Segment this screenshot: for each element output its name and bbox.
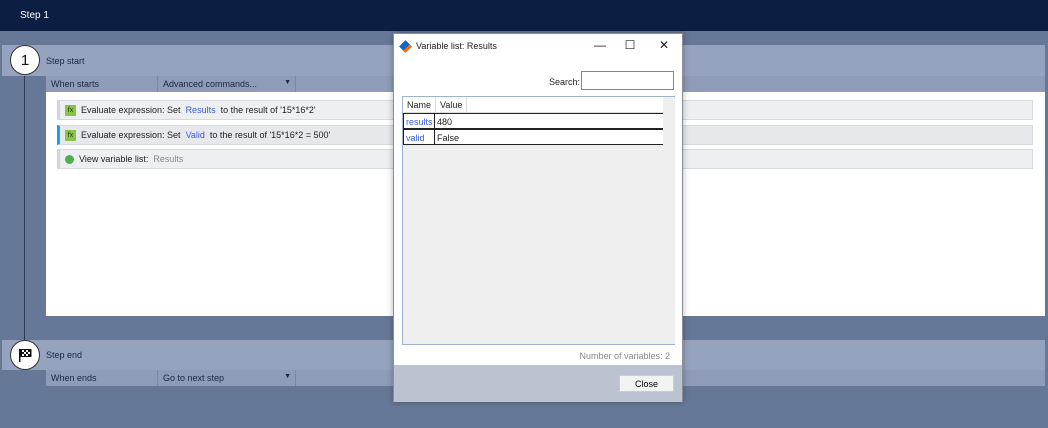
variable-name: results <box>404 114 435 128</box>
command-text: Evaluate expression: Set <box>81 105 181 115</box>
variables-grid: Name Value results 480 valid False <box>402 96 675 345</box>
function-icon: fx <box>65 129 76 141</box>
table-row[interactable]: valid False <box>403 129 664 145</box>
command-variable[interactable]: Results <box>186 105 216 115</box>
close-window-button[interactable]: ✕ <box>650 38 678 54</box>
chevron-down-icon: ▼ <box>284 79 291 86</box>
search-label: Search: <box>549 77 581 87</box>
checkered-flag-icon <box>10 340 40 370</box>
advanced-commands-dropdown[interactable]: Advanced commands... ▼ <box>158 76 296 92</box>
timeline-line <box>24 76 25 342</box>
step-start-title: Step start <box>46 56 85 66</box>
command-suffix: to the result of '15*16*2' <box>220 105 316 115</box>
variable-value[interactable]: False <box>435 130 461 144</box>
command-variable: Results <box>153 154 184 164</box>
dropdown-value: Go to next step <box>163 373 225 383</box>
variable-name: valid <box>404 130 435 144</box>
command-suffix: to the result of '15*16*2 = 500' <box>209 130 331 140</box>
variable-value[interactable]: 480 <box>435 114 454 128</box>
column-header-name[interactable]: Name <box>403 97 437 112</box>
dropdown-value: Advanced commands... <box>163 79 258 89</box>
dialog-footer: Close <box>394 365 682 402</box>
title-bar: Step 1 <box>0 0 1048 31</box>
step-number-badge: 1 <box>10 45 40 75</box>
dialog-title: Variable list: Results <box>416 41 497 51</box>
app-logo-icon <box>399 39 412 53</box>
command-text: View variable list: <box>79 154 149 164</box>
command-text: Evaluate expression: Set <box>81 130 181 140</box>
close-button[interactable]: Close <box>619 375 674 392</box>
variable-list-dialog: Variable list: Results — ☐ ✕ Search: Nam… <box>393 33 683 402</box>
table-row[interactable]: results 480 <box>403 113 664 129</box>
function-icon: fx <box>65 104 76 116</box>
search-input[interactable] <box>581 71 674 90</box>
when-starts-label: When starts <box>46 76 158 92</box>
column-header-value[interactable]: Value <box>436 97 468 112</box>
grid-header: Name Value <box>403 97 674 113</box>
step-end-title: Step end <box>46 350 83 360</box>
when-ends-label: When ends <box>46 370 158 386</box>
vertical-scrollbar[interactable] <box>663 97 675 344</box>
bug-icon <box>65 154 74 164</box>
chevron-down-icon: ▼ <box>284 373 291 380</box>
next-step-dropdown[interactable]: Go to next step ▼ <box>158 370 296 386</box>
minimize-button[interactable]: — <box>586 38 614 54</box>
command-variable[interactable]: Valid <box>186 130 205 140</box>
variable-count: Number of variables: 2 <box>579 351 670 361</box>
maximize-button[interactable]: ☐ <box>616 38 644 54</box>
